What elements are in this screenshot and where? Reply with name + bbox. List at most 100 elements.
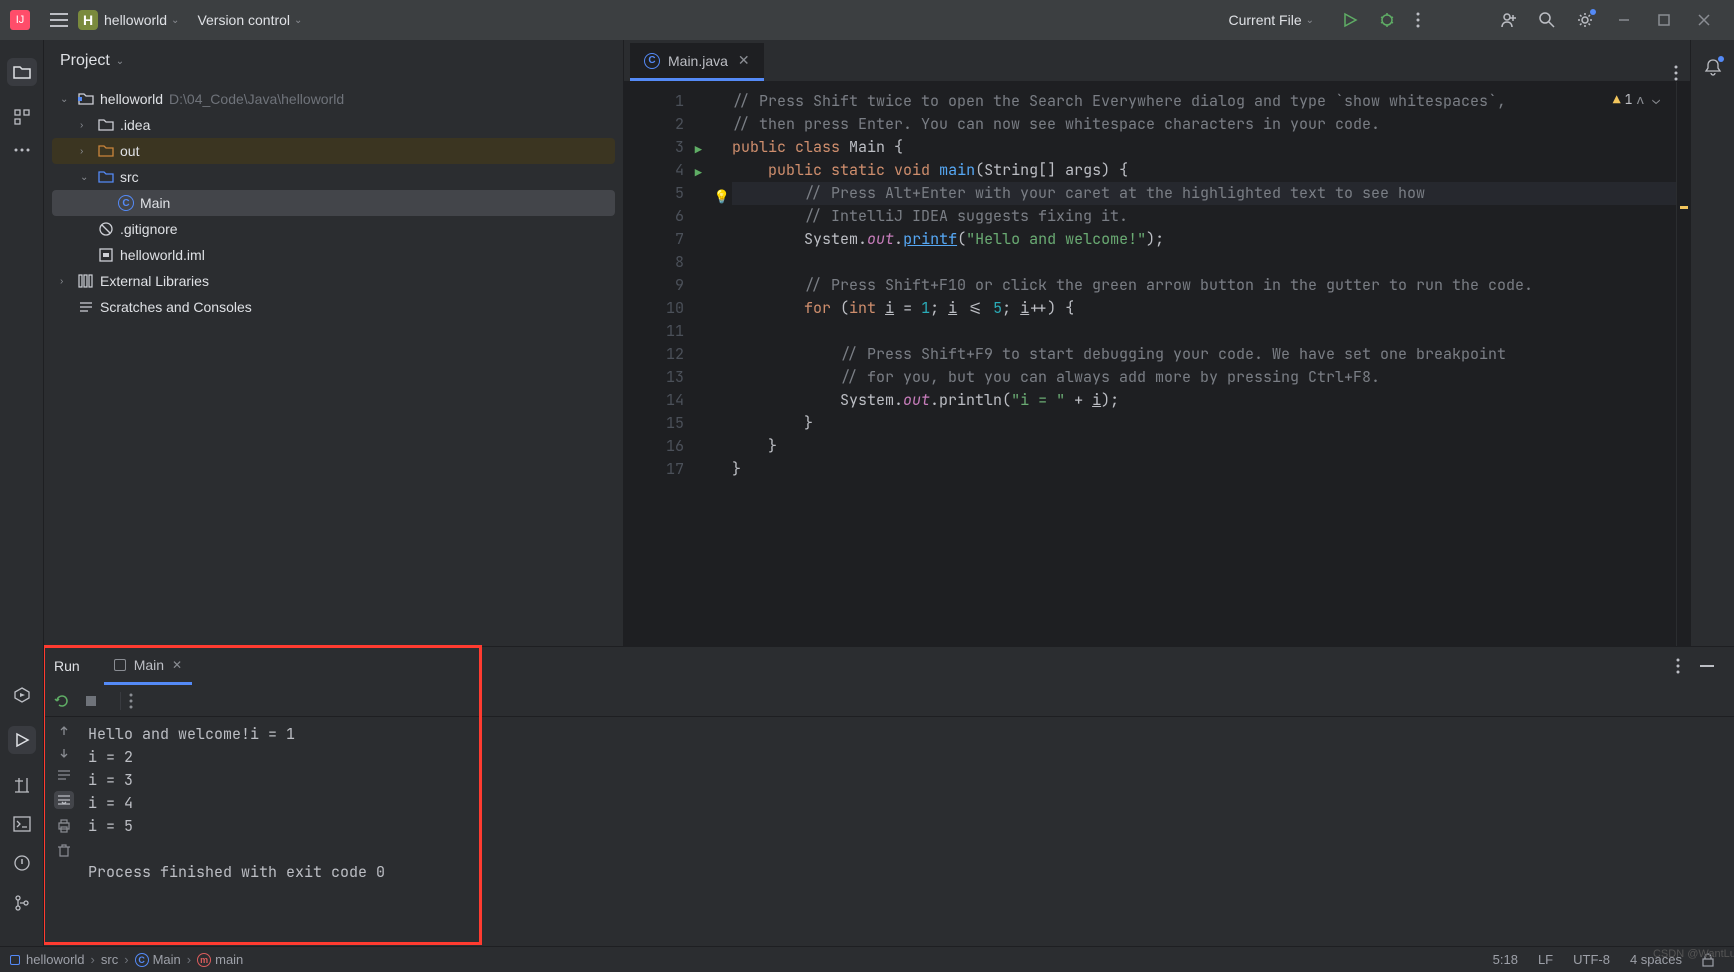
warning-marker[interactable] [1680,206,1688,209]
project-name: helloworld [104,12,167,28]
editor-inspections[interactable]: ▲ 1 ʌ ⌄ [1613,88,1664,111]
up-stack-button[interactable] [58,725,70,737]
tree-label: .idea [120,117,150,133]
indent-setting[interactable]: 4 spaces CSDN @WantLuo [1630,952,1682,967]
settings-button[interactable] [1576,11,1594,29]
tree-label: .gitignore [120,221,178,237]
tree-root[interactable]: ⌄ helloworld D:\04_Code\Java\helloworld [52,86,615,112]
services-tool-button[interactable] [13,686,31,704]
print-button[interactable] [57,819,71,833]
soft-wrap-button[interactable] [57,769,71,781]
line-number: 1 [624,90,684,113]
tree-label: Scratches and Consoles [100,299,252,315]
run-toolbar-more-button[interactable] [129,693,133,709]
more-tool-button[interactable] [13,148,31,152]
close-button[interactable] [1698,14,1710,26]
more-actions-button[interactable] [1416,12,1420,28]
tree-file-main[interactable]: C Main [52,190,615,216]
line-gutter[interactable]: 1 2 3▶ 4▶ 5💡 6 7 8 9 10 11 12 13 14 [624,82,694,646]
code-content[interactable]: // Press Shift twice to open the Search … [724,82,1676,646]
prev-highlight-button[interactable]: ʌ [1636,88,1644,111]
close-run-tab-button[interactable]: ✕ [172,658,182,672]
build-tool-button[interactable] [13,776,31,794]
expand-icon[interactable]: ⌄ [60,94,76,105]
line-separator[interactable]: LF [1538,952,1553,967]
run-gutter-icon[interactable]: ▶ [695,139,702,162]
line-number: 9 [624,274,684,297]
tree-scratches[interactable]: Scratches and Consoles [52,294,615,320]
intention-bulb-icon[interactable]: 💡 [714,185,730,208]
editor-tab-main[interactable]: C Main.java ✕ [630,43,764,81]
collapse-icon[interactable]: › [80,146,96,157]
run-tab-label: Main [134,657,164,673]
console-output[interactable]: Hello and welcome!i = 1 i = 2 i = 3 i = … [84,717,1734,946]
scratches-icon [76,300,96,314]
chevron-right-icon: › [124,952,128,967]
tree-file-gitignore[interactable]: .gitignore [52,216,615,242]
project-selector[interactable]: H helloworld ⌄ [78,10,179,30]
project-panel-header[interactable]: Project ⌄ [44,40,623,82]
editor-more-button[interactable] [1674,65,1678,81]
collapse-icon[interactable]: › [60,276,76,287]
rerun-button[interactable] [54,693,70,709]
scroll-to-end-button[interactable] [54,791,74,809]
console-line: Process finished with exit code 0 [88,861,1730,884]
main-menu-button[interactable] [50,13,68,27]
vcs-tool-button[interactable] [13,894,31,912]
collapse-icon[interactable]: › [80,120,96,131]
code-editor[interactable]: ▲ 1 ʌ ⌄ 1 2 3▶ 4▶ 5💡 6 7 8 9 [624,82,1690,646]
crumb-folder[interactable]: src [101,952,118,967]
expand-icon[interactable]: ⌄ [80,172,96,183]
tree-path: D:\04_Code\Java\helloworld [169,91,344,107]
vcs-label: Version control [197,12,290,28]
run-gutter-icon[interactable]: ▶ [695,162,702,185]
line-number: 15 [624,412,684,435]
project-tool-button[interactable] [7,58,37,86]
down-stack-button[interactable] [58,747,70,759]
run-config-selector[interactable]: Current File ⌄ [1228,12,1314,28]
editor-error-stripe[interactable] [1676,82,1690,646]
problems-tool-button[interactable] [13,854,31,872]
caret-position[interactable]: 5:18 [1493,952,1518,967]
project-panel-title: Project [60,52,110,70]
left-tool-strip [0,40,44,946]
run-panel-more-button[interactable] [1676,658,1680,674]
vcs-selector[interactable]: Version control ⌄ [197,12,302,28]
line-number: 5💡 [624,182,684,205]
class-icon: C [116,195,136,211]
stop-button[interactable] [84,694,98,708]
maximize-button[interactable] [1658,14,1670,26]
code-with-me-button[interactable] [1500,11,1518,29]
line-number: 16 [624,435,684,458]
tree-file-iml[interactable]: helloworld.iml [52,242,615,268]
close-tab-button[interactable]: ✕ [738,52,750,69]
clear-button[interactable] [57,843,71,857]
run-tool-button[interactable] [8,726,36,754]
tree-folder-idea[interactable]: › .idea [52,112,615,138]
run-tab-main[interactable]: Main ✕ [104,647,192,685]
file-encoding[interactable]: UTF-8 [1573,952,1610,967]
crumb-method[interactable]: main [215,952,243,967]
notifications-button[interactable] [1704,58,1722,76]
crumb-class[interactable]: Main [153,952,181,967]
tree-label: helloworld.iml [120,247,205,263]
structure-tool-button[interactable] [13,108,31,126]
tree-folder-out[interactable]: › out [52,138,615,164]
tree-label: src [120,169,139,185]
terminal-tool-button[interactable] [13,816,31,832]
hide-run-panel-button[interactable] [1700,665,1714,667]
run-button[interactable] [1342,12,1358,28]
tree-folder-src[interactable]: ⌄ src [52,164,615,190]
line-number: 14 [624,389,684,412]
project-tree[interactable]: ⌄ helloworld D:\04_Code\Java\helloworld … [44,82,623,646]
minimize-button[interactable] [1618,14,1630,26]
debug-button[interactable] [1378,11,1396,29]
search-everywhere-button[interactable] [1538,11,1556,29]
breadcrumb[interactable]: helloworld › src › C Main › m main [10,952,243,967]
crumb-module[interactable]: helloworld [26,952,85,967]
stopped-icon [114,659,126,671]
console-line [88,838,1730,861]
tree-external-libs[interactable]: › External Libraries [52,268,615,294]
console-line: i = 5 [88,815,1730,838]
next-highlight-button[interactable]: ⌄ [1652,88,1660,111]
